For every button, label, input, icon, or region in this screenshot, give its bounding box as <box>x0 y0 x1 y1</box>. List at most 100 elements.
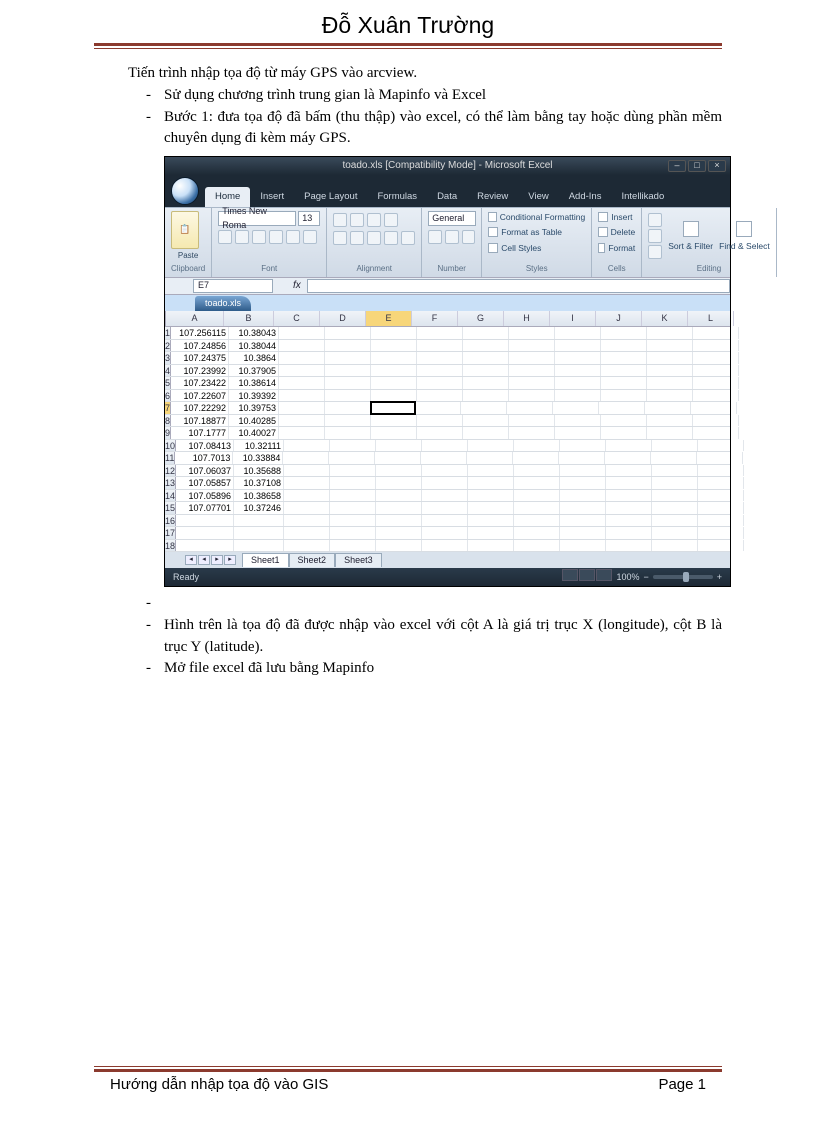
cell[interactable] <box>279 340 325 352</box>
cell[interactable] <box>463 365 509 377</box>
cell[interactable] <box>371 427 417 439</box>
cell[interactable] <box>279 390 325 402</box>
cell[interactable] <box>468 440 514 452</box>
cell[interactable] <box>652 477 698 489</box>
cell[interactable] <box>329 452 375 464</box>
cell[interactable]: 107.07701 <box>176 502 234 514</box>
border-button[interactable] <box>269 230 283 244</box>
cell[interactable] <box>651 452 697 464</box>
cell[interactable] <box>467 452 513 464</box>
cell[interactable] <box>325 427 371 439</box>
cell[interactable] <box>555 427 601 439</box>
cell[interactable] <box>555 340 601 352</box>
cell[interactable] <box>283 452 329 464</box>
cell[interactable] <box>652 540 698 552</box>
col-A[interactable]: A <box>166 311 224 326</box>
cell[interactable] <box>422 502 468 514</box>
cell[interactable] <box>647 377 693 389</box>
cell[interactable] <box>514 440 560 452</box>
paste-button[interactable]: 📋 <box>171 211 199 249</box>
row-header[interactable]: 12 <box>165 465 176 477</box>
cell[interactable] <box>376 465 422 477</box>
cell[interactable] <box>176 515 234 527</box>
align-center[interactable] <box>350 231 364 245</box>
cell[interactable] <box>509 352 555 364</box>
col-H[interactable]: H <box>504 311 550 326</box>
cell[interactable] <box>647 340 693 352</box>
cell[interactable]: 10.32111 <box>234 440 284 452</box>
cell[interactable] <box>371 327 417 339</box>
row-header[interactable]: 15 <box>165 502 176 514</box>
tab-view[interactable]: View <box>518 187 558 207</box>
cell[interactable] <box>234 515 284 527</box>
cell[interactable] <box>645 402 691 414</box>
cell[interactable] <box>415 402 461 414</box>
cell[interactable] <box>601 415 647 427</box>
cell[interactable] <box>560 477 606 489</box>
format-as-table[interactable]: Format as Table <box>488 226 585 238</box>
clear[interactable] <box>648 245 662 259</box>
row-header[interactable]: 13 <box>165 477 176 489</box>
cell[interactable] <box>284 527 330 539</box>
cell[interactable] <box>279 427 325 439</box>
cell[interactable] <box>376 540 422 552</box>
cell[interactable] <box>325 390 371 402</box>
cell[interactable]: 107.18877 <box>171 415 229 427</box>
cell[interactable] <box>463 377 509 389</box>
cell[interactable] <box>606 477 652 489</box>
cell[interactable] <box>647 427 693 439</box>
cell[interactable] <box>417 352 463 364</box>
cell[interactable]: 10.3864 <box>229 352 279 364</box>
cell[interactable]: 10.37108 <box>234 477 284 489</box>
cell[interactable]: 107.08413 <box>176 440 234 452</box>
cell[interactable] <box>325 340 371 352</box>
autosum[interactable] <box>648 213 662 227</box>
underline-button[interactable] <box>252 230 266 244</box>
close-button[interactable]: × <box>708 160 726 172</box>
fill-color-button[interactable] <box>286 230 300 244</box>
cell[interactable] <box>371 415 417 427</box>
cell[interactable] <box>417 340 463 352</box>
cell[interactable] <box>234 540 284 552</box>
office-button[interactable] <box>171 177 199 205</box>
cell[interactable] <box>376 502 422 514</box>
format-cells[interactable]: Format <box>598 242 635 254</box>
cell[interactable] <box>370 401 416 415</box>
cell[interactable] <box>463 327 509 339</box>
cell[interactable]: 10.37246 <box>234 502 284 514</box>
number-format-dropdown[interactable]: General <box>428 211 476 226</box>
bold-button[interactable] <box>218 230 232 244</box>
cell[interactable] <box>422 527 468 539</box>
cell[interactable]: 10.38043 <box>229 327 279 339</box>
tab-page-layout[interactable]: Page Layout <box>294 187 367 207</box>
font-color-button[interactable] <box>303 230 317 244</box>
col-C[interactable]: C <box>274 311 320 326</box>
cell[interactable] <box>422 515 468 527</box>
cell[interactable] <box>417 415 463 427</box>
cell[interactable] <box>279 352 325 364</box>
cell[interactable] <box>376 490 422 502</box>
orientation[interactable] <box>384 213 398 227</box>
cell[interactable] <box>421 452 467 464</box>
cell[interactable] <box>468 477 514 489</box>
cell[interactable] <box>513 452 559 464</box>
cell[interactable] <box>514 477 560 489</box>
cell[interactable] <box>330 515 376 527</box>
cell[interactable] <box>422 490 468 502</box>
cell[interactable]: 10.33884 <box>233 452 283 464</box>
fx-label[interactable]: fx <box>293 279 301 294</box>
cell[interactable] <box>691 402 737 414</box>
cell[interactable] <box>560 490 606 502</box>
cell[interactable] <box>509 377 555 389</box>
cell[interactable] <box>284 477 330 489</box>
cell[interactable]: 107.23422 <box>171 377 229 389</box>
cell[interactable] <box>652 502 698 514</box>
cell[interactable] <box>325 365 371 377</box>
cell[interactable] <box>514 465 560 477</box>
cell[interactable] <box>606 465 652 477</box>
cell[interactable] <box>605 452 651 464</box>
cell[interactable] <box>606 527 652 539</box>
cell[interactable] <box>468 540 514 552</box>
cell[interactable] <box>555 352 601 364</box>
cell[interactable] <box>376 527 422 539</box>
